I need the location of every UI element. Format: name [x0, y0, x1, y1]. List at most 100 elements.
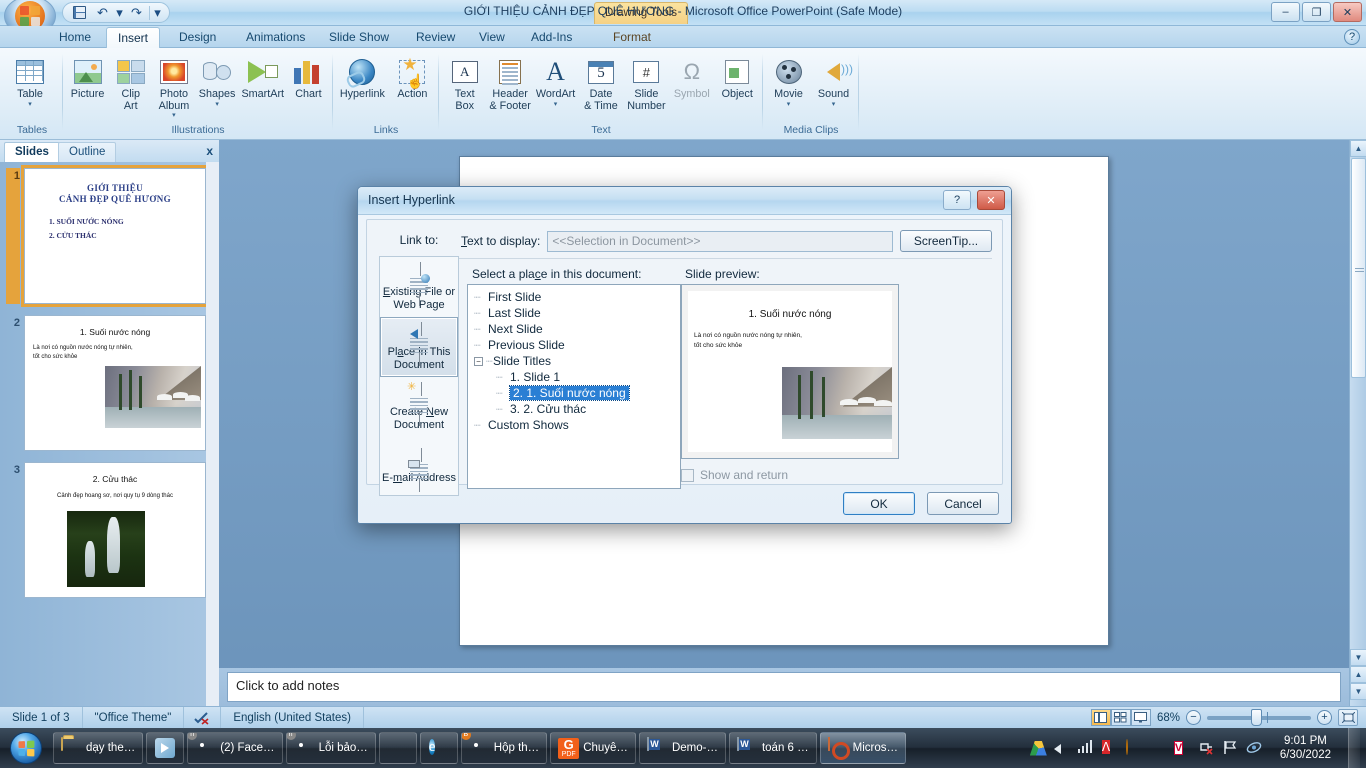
- undo-button[interactable]: ↶: [92, 4, 113, 22]
- collapse-icon[interactable]: −: [474, 356, 483, 366]
- link-to-email-address[interactable]: E-mail Address: [380, 437, 458, 497]
- list-item[interactable]: 1 GIỚI THIỆU CẢNH ĐẸP QUÊ HƯƠNG 1. SUỐI …: [6, 165, 206, 307]
- close-pane-icon[interactable]: x: [206, 144, 213, 158]
- shapes-dropdown-icon[interactable]: ▾: [215, 101, 219, 108]
- slide-thumbnail-list[interactable]: 1 GIỚI THIỆU CẢNH ĐẸP QUÊ HƯƠNG 1. SUỐI …: [0, 162, 206, 718]
- wordart-dropdown-icon[interactable]: ▾: [554, 101, 558, 108]
- chart-button[interactable]: Chart: [287, 53, 330, 101]
- action-center-flag-icon[interactable]: [1222, 740, 1239, 757]
- status-theme[interactable]: "Office Theme": [83, 706, 185, 729]
- tab-add-ins[interactable]: Add-Ins: [520, 27, 583, 48]
- zoom-in-button[interactable]: +: [1317, 710, 1332, 725]
- redo-button[interactable]: ↷: [126, 4, 147, 22]
- wordart-button[interactable]: A WordArt ▾: [533, 53, 578, 108]
- picture-button[interactable]: Picture: [66, 53, 109, 101]
- list-item[interactable]: 3 2. Cửu thác Cảnh đẹp hoang sơ, nơi quy…: [6, 462, 206, 598]
- customize-qat-icon[interactable]: ▾: [152, 4, 163, 22]
- link-to-existing-file[interactable]: Existing File or Web Page: [380, 257, 458, 317]
- help-icon[interactable]: ?: [1344, 29, 1360, 45]
- google-drive-icon[interactable]: [1029, 740, 1047, 757]
- taskbar-item-internet-explorer[interactable]: e: [419, 732, 458, 764]
- table-button[interactable]: Table ▾: [4, 53, 56, 108]
- vertical-scrollbar[interactable]: ▲ ▼ ▲ ▼: [1349, 140, 1366, 718]
- taskbar-item-loi-bao[interactable]: h Lỗi bảo…: [285, 732, 376, 764]
- link-to-list[interactable]: Existing File or Web Page Place in This …: [379, 256, 459, 496]
- normal-view-icon[interactable]: [1090, 709, 1111, 726]
- show-and-return-checkbox[interactable]: [681, 468, 694, 482]
- tree-node-next-slide[interactable]: ┈ Next Slide: [474, 321, 680, 337]
- zoom-slider-knob[interactable]: [1251, 708, 1262, 726]
- shapes-button[interactable]: Shapes ▾: [196, 53, 239, 108]
- symbol-button[interactable]: Ω Symbol: [669, 53, 714, 101]
- previous-slide-icon[interactable]: ▲: [1350, 666, 1366, 683]
- slide-show-icon[interactable]: [1130, 709, 1151, 726]
- dialog-help-button[interactable]: ?: [943, 190, 971, 210]
- place-tree[interactable]: ┈ First Slide ┈ Last Slide ┈ Next Slide …: [467, 284, 681, 489]
- tab-view[interactable]: View: [468, 27, 516, 48]
- cancel-button[interactable]: Cancel: [927, 492, 999, 515]
- tab-review[interactable]: Review: [405, 27, 466, 48]
- tab-slide-show[interactable]: Slide Show: [318, 27, 400, 48]
- slide-sorter-icon[interactable]: [1110, 709, 1131, 726]
- show-desktop-button[interactable]: [1348, 728, 1360, 768]
- text-box-button[interactable]: A Text Box: [442, 53, 487, 112]
- close-button[interactable]: ✕: [1333, 2, 1362, 22]
- tree-node-slide-2-selected[interactable]: ┈ 2. 1. Suối nước nóng: [474, 385, 680, 401]
- taskbar-item-folder[interactable]: dạy the…: [53, 732, 144, 764]
- movie-dropdown-icon[interactable]: ▾: [787, 101, 791, 108]
- minimize-button[interactable]: –: [1271, 2, 1300, 22]
- tree-node-last-slide[interactable]: ┈ Last Slide: [474, 305, 680, 321]
- volume-icon[interactable]: [1054, 740, 1071, 757]
- spellcheck-icon[interactable]: [184, 706, 222, 729]
- tab-insert[interactable]: Insert: [106, 27, 161, 48]
- slide-thumbnail-1[interactable]: GIỚI THIỆU CẢNH ĐẸP QUÊ HƯƠNG 1. SUỐI NƯ…: [21, 165, 206, 307]
- restore-button[interactable]: ❐: [1302, 2, 1331, 22]
- taskbar-clock[interactable]: 9:01 PM 6/30/2022: [1270, 734, 1341, 762]
- zoom-out-button[interactable]: −: [1186, 710, 1201, 725]
- tree-node-slide-titles[interactable]: − ┈ Slide Titles: [474, 353, 680, 369]
- tab-home[interactable]: Home: [48, 27, 102, 48]
- action-button[interactable]: Action: [389, 53, 436, 101]
- slide-thumbnail-3[interactable]: 2. Cửu thác Cảnh đẹp hoang sơ, nơi quy t…: [24, 462, 206, 598]
- sound-dropdown-icon[interactable]: ▾: [832, 101, 836, 108]
- tree-node-first-slide[interactable]: ┈ First Slide: [474, 289, 680, 305]
- slide-thumbnail-2[interactable]: 1. Suối nước nóng Là nơi có nguồn nước n…: [24, 315, 206, 451]
- sound-button[interactable]: Sound ▾: [811, 53, 856, 108]
- ccleaner-icon[interactable]: [1150, 740, 1167, 757]
- taskbar-item-powerpoint[interactable]: Micros…: [819, 732, 906, 764]
- text-to-display-input[interactable]: <<Selection in Document>>: [547, 230, 893, 252]
- misc-icon[interactable]: [1246, 740, 1263, 757]
- movie-button[interactable]: Movie ▾: [766, 53, 811, 108]
- link-to-create-new-document[interactable]: ✳ Create New Document: [380, 377, 458, 437]
- next-slide-icon[interactable]: ▼: [1350, 683, 1366, 700]
- taskbar-item-firefox[interactable]: [378, 732, 417, 764]
- smartart-button[interactable]: SmartArt: [239, 53, 287, 101]
- pane-tab-outline[interactable]: Outline: [58, 142, 117, 162]
- taskbar-item-media-player[interactable]: [146, 732, 185, 764]
- start-button[interactable]: [2, 730, 50, 766]
- taskbar-item-hop-thu[interactable]: B Hộp th…: [460, 732, 548, 764]
- slide-number-button[interactable]: # Slide Number: [624, 53, 669, 112]
- taskbar-item-facebook[interactable]: h (2) Face…: [187, 732, 283, 764]
- taskbar-item-demo-doc[interactable]: Demo-…: [638, 732, 726, 764]
- object-button[interactable]: Object: [715, 53, 760, 101]
- scroll-down-icon[interactable]: ▼: [1350, 649, 1366, 666]
- tab-design[interactable]: Design: [168, 27, 227, 48]
- tree-node-custom-shows[interactable]: ┈ Custom Shows: [474, 417, 680, 433]
- list-item[interactable]: 2 1. Suối nước nóng Là nơi có nguồn nước…: [6, 315, 206, 451]
- tree-node-previous-slide[interactable]: ┈ Previous Slide: [474, 337, 680, 353]
- avira-icon[interactable]: ᐱ: [1101, 739, 1119, 757]
- safely-remove-icon[interactable]: [1198, 740, 1215, 757]
- tab-format[interactable]: Format: [602, 27, 662, 48]
- scrollbar-thumb[interactable]: [1351, 158, 1366, 378]
- network-icon[interactable]: [1077, 739, 1095, 757]
- clip-art-button[interactable]: Clip Art: [109, 53, 152, 112]
- show-and-return-row[interactable]: Show and return: [681, 468, 788, 482]
- taskbar-item-pdf[interactable]: PDF Chuyê…: [550, 732, 636, 764]
- header-footer-button[interactable]: Header & Footer: [487, 53, 532, 112]
- ok-button[interactable]: OK: [843, 492, 915, 515]
- date-time-button[interactable]: 5 Date & Time: [578, 53, 623, 112]
- photo-album-button[interactable]: Photo Album ▾: [152, 53, 195, 119]
- link-to-place-in-document[interactable]: Place in This Document: [380, 317, 458, 377]
- tab-animations[interactable]: Animations: [235, 27, 316, 48]
